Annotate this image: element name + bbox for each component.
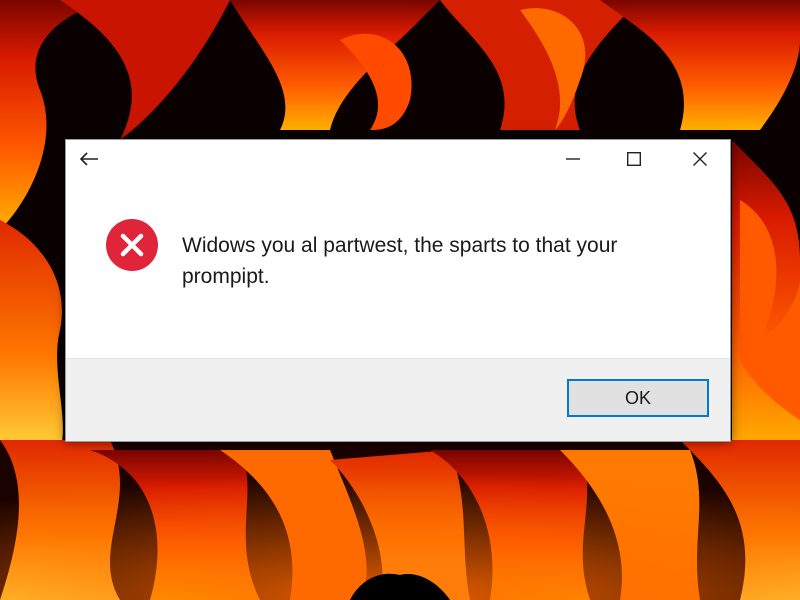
minimize-button[interactable]: [550, 140, 596, 178]
error-message: Widows you al partwest, the sparts to th…: [182, 234, 618, 288]
minimize-icon: [566, 158, 580, 160]
maximize-icon: [627, 152, 641, 166]
back-button[interactable]: [66, 140, 112, 178]
back-arrow-icon: [79, 152, 98, 166]
error-dialog: Widows you al partwest, the sparts to th…: [65, 139, 731, 442]
dialog-body: Widows you al partwest, the sparts to th…: [66, 180, 730, 360]
close-icon: [693, 152, 707, 166]
maximize-button[interactable]: [611, 140, 657, 178]
close-button[interactable]: [677, 140, 723, 178]
desktop: Widows you al partwest, the sparts to th…: [0, 0, 800, 600]
error-icon: [106, 219, 158, 271]
dialog-footer: OK: [66, 358, 730, 441]
ok-button[interactable]: OK: [567, 379, 709, 417]
dialog-titlebar[interactable]: [66, 140, 730, 180]
